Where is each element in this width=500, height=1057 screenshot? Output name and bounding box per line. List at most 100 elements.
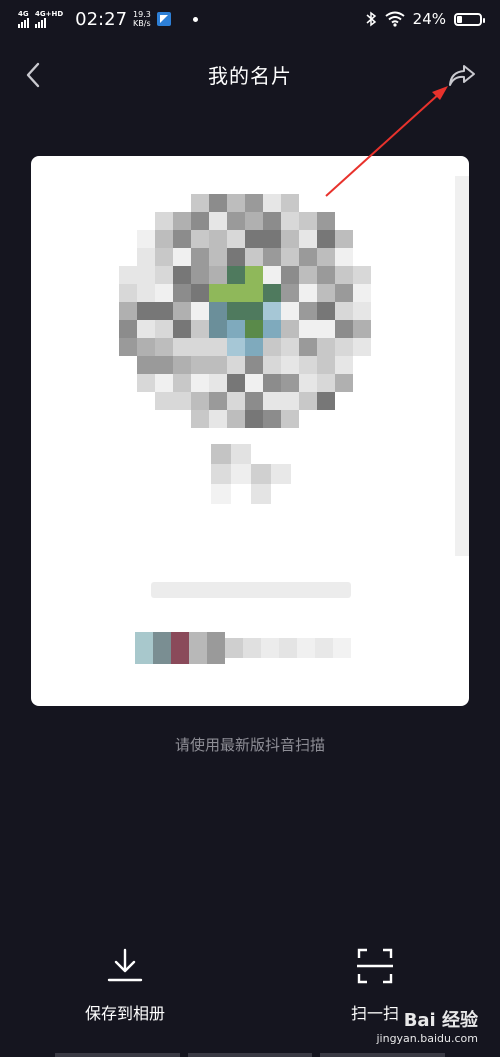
mosaic-pixel — [281, 230, 299, 248]
mosaic-pixel — [173, 374, 191, 392]
mosaic-pixel — [155, 338, 173, 356]
mosaic-pixel — [209, 374, 227, 392]
mosaic-pixel — [155, 266, 173, 284]
mosaic-pixel — [209, 212, 227, 230]
signal-2: 4G+HD — [35, 10, 63, 28]
mosaic-pixel — [173, 212, 191, 230]
status-left: 4G 4G+HD 02:27 19.3 KB/s — [18, 9, 198, 30]
clock: 02:27 — [75, 8, 128, 30]
signal-2-label: 4G+HD — [35, 10, 64, 18]
save-to-album-label: 保存到相册 — [84, 1004, 165, 1023]
mosaic-pixel — [353, 266, 371, 284]
qr-code-blurred — [119, 176, 381, 456]
app-notification-icon — [156, 12, 171, 26]
mosaic-pixel — [245, 374, 263, 392]
mosaic-pixel — [335, 320, 353, 338]
mosaic-pixel — [191, 374, 209, 392]
mosaic-pixel — [281, 194, 299, 212]
mosaic-pixel — [299, 320, 317, 338]
mosaic-pixel — [335, 338, 353, 356]
mosaic-pixel — [299, 392, 317, 410]
mosaic-pixel — [191, 302, 209, 320]
mosaic-pixel — [209, 410, 227, 428]
mosaic-pixel — [317, 230, 335, 248]
mosaic-pixel — [191, 194, 209, 212]
signal-bars-icon — [18, 18, 29, 28]
back-button[interactable] — [22, 60, 46, 90]
status-bar: 4G 4G+HD 02:27 19.3 KB/s 24% — [0, 0, 500, 38]
mosaic-pixel — [335, 302, 353, 320]
mosaic-pixel — [245, 230, 263, 248]
mosaic-pixel — [155, 392, 173, 410]
mosaic-pixel — [153, 632, 171, 664]
mosaic-pixel — [263, 266, 281, 284]
download-icon — [107, 948, 143, 982]
mosaic-pixel — [209, 356, 227, 374]
mosaic-pixel — [353, 338, 371, 356]
mosaic-pixel — [137, 284, 155, 302]
mosaic-pixel — [245, 302, 263, 320]
mosaic-pixel — [335, 230, 353, 248]
mosaic-pixel — [155, 374, 173, 392]
battery-icon — [454, 12, 485, 26]
mosaic-pixel — [281, 392, 299, 410]
mosaic-pixel — [209, 392, 227, 410]
watermark: Bai 经验 jingyan.baidu.com — [376, 1006, 478, 1045]
mosaic-pixel — [227, 248, 245, 266]
mosaic-pixel — [155, 302, 173, 320]
user-info-blurred — [135, 624, 375, 684]
mosaic-pixel — [227, 284, 245, 302]
mosaic-pixel — [227, 212, 245, 230]
speed-value: 19.3 — [133, 10, 151, 19]
mosaic-pixel — [317, 266, 335, 284]
mosaic-pixel — [155, 212, 173, 230]
mosaic-pixel — [251, 464, 271, 484]
mosaic-pixel — [263, 320, 281, 338]
mosaic-pixel — [261, 638, 279, 658]
mosaic-pixel — [209, 266, 227, 284]
mosaic-pixel — [245, 338, 263, 356]
status-right: 24% — [365, 10, 485, 28]
watermark-site: jingyan.baidu.com — [376, 1032, 478, 1045]
mosaic-pixel — [245, 392, 263, 410]
mosaic-pixel — [191, 248, 209, 266]
mosaic-pixel — [317, 392, 335, 410]
bottom-nav-indicator — [55, 1053, 446, 1057]
mosaic-pixel — [173, 302, 191, 320]
mosaic-pixel — [137, 338, 155, 356]
mosaic-pixel — [297, 638, 315, 658]
mosaic-pixel — [191, 338, 209, 356]
mosaic-pixel — [299, 338, 317, 356]
mosaic-pixel — [227, 320, 245, 338]
mosaic-pixel — [173, 356, 191, 374]
mosaic-pixel — [119, 284, 137, 302]
watermark-logo: Bai 经验 — [403, 1010, 478, 1031]
mosaic-pixel — [335, 266, 353, 284]
mosaic-pixel — [263, 230, 281, 248]
mosaic-pixel — [281, 320, 299, 338]
mosaic-pixel — [263, 212, 281, 230]
business-card — [31, 156, 469, 706]
mosaic-pixel — [135, 632, 153, 664]
mosaic-pixel — [299, 212, 317, 230]
mosaic-pixel — [335, 284, 353, 302]
mosaic-pixel — [263, 356, 281, 374]
description-blurred — [151, 582, 351, 598]
mosaic-pixel — [243, 638, 261, 658]
mosaic-pixel — [263, 248, 281, 266]
mosaic-pixel — [227, 392, 245, 410]
mosaic-pixel — [155, 230, 173, 248]
save-to-album-button[interactable]: 保存到相册 — [50, 946, 200, 1026]
mosaic-pixel — [191, 356, 209, 374]
mosaic-pixel — [191, 320, 209, 338]
mosaic-pixel — [281, 302, 299, 320]
mosaic-pixel — [191, 410, 209, 428]
wifi-icon — [385, 11, 405, 27]
battery-fill — [457, 15, 462, 23]
share-button[interactable] — [446, 60, 478, 90]
mosaic-pixel — [119, 302, 137, 320]
mosaic-pixel — [335, 374, 353, 392]
mosaic-pixel — [245, 194, 263, 212]
mosaic-pixel — [315, 638, 333, 658]
mosaic-pixel — [191, 266, 209, 284]
